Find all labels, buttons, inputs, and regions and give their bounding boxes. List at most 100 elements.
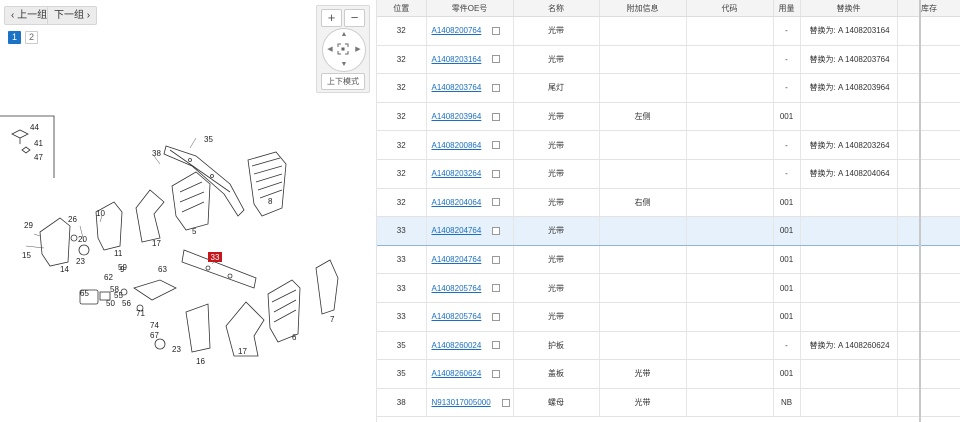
part-number-link[interactable]: A1408204764 (432, 255, 482, 264)
callout-11[interactable]: 11 (114, 249, 123, 258)
callout-5[interactable]: 5 (192, 227, 197, 236)
part-number-link[interactable]: A1408204764 (432, 226, 482, 235)
callout-8[interactable]: 8 (268, 197, 273, 206)
callout-47[interactable]: 47 (34, 153, 43, 162)
part-number-link[interactable]: A1408203764 (432, 83, 482, 92)
table-row[interactable]: 32 A1408200864 光带 - 替换为: A 1408203264 (377, 130, 960, 160)
part-number-link[interactable]: A1408203164 (432, 55, 482, 64)
col-code[interactable]: 代码 (686, 0, 774, 17)
table-row[interactable]: 35 A1408260024 护板 - 替换为: A 1408260624 (377, 331, 960, 361)
table-row[interactable]: 33 A1408205764 光带 001 (377, 273, 960, 303)
table-row[interactable]: 33 A1408204764 光带 001 (377, 245, 960, 275)
part-number-link[interactable]: N913017005000 (432, 398, 491, 407)
callout-41[interactable]: 41 (34, 139, 43, 148)
pan-left-icon[interactable]: ◀ (325, 46, 335, 54)
callout-17[interactable]: 17 (152, 239, 161, 248)
pan-pad[interactable]: ▲ ▼ ◀ ▶ (322, 28, 366, 72)
table-row[interactable]: 33 A1408205764 光带 001 (377, 302, 960, 332)
callout-20[interactable]: 20 (78, 235, 87, 244)
part-number-link[interactable]: A1408203964 (432, 112, 482, 121)
highlight-callout-33[interactable]: 33 (211, 253, 220, 262)
copy-checkbox-icon[interactable] (501, 398, 510, 407)
callout-16[interactable]: 16 (196, 357, 205, 366)
col-quantity[interactable]: 用量 (773, 0, 801, 17)
part-number-link[interactable]: A1408200864 (432, 141, 482, 150)
col-replacement[interactable]: 替换件 (800, 0, 898, 17)
cell-position: 35 (377, 359, 427, 389)
copy-checkbox-icon[interactable] (492, 312, 501, 321)
reset-view-icon[interactable] (337, 43, 349, 55)
page-1-button[interactable]: 1 (8, 31, 21, 44)
callout-7[interactable]: 7 (330, 315, 335, 324)
copy-checkbox-icon[interactable] (492, 83, 501, 92)
col-position[interactable]: 位置 (377, 0, 427, 17)
cell-oe-number: A1408203764 (426, 73, 514, 103)
callout-15[interactable]: 15 (22, 251, 31, 260)
copy-checkbox-icon[interactable] (492, 226, 501, 235)
part-number-link[interactable]: A1408203264 (432, 169, 482, 178)
callout-35[interactable]: 35 (204, 135, 213, 144)
copy-checkbox-icon[interactable] (492, 112, 501, 121)
callout-58[interactable]: 58 (110, 285, 119, 294)
part-number-link[interactable]: A1408200764 (432, 26, 482, 35)
callout-56[interactable]: 56 (122, 299, 131, 308)
callout-65[interactable]: 65 (80, 289, 89, 298)
part-number-link[interactable]: A1408260024 (432, 341, 482, 350)
table-row[interactable]: 32 A1408204064 光带 右侧 001 (377, 188, 960, 218)
col-name[interactable]: 名称 (513, 0, 600, 17)
pan-right-icon[interactable]: ▶ (353, 46, 363, 54)
copy-checkbox-icon[interactable] (492, 169, 501, 178)
callout-10[interactable]: 10 (96, 209, 105, 218)
copy-checkbox-icon[interactable] (492, 341, 501, 350)
callout-23b[interactable]: 23 (172, 345, 181, 354)
callout-71[interactable]: 71 (136, 309, 145, 318)
callout-59[interactable]: 59 (118, 263, 127, 272)
callout-29[interactable]: 29 (24, 221, 33, 230)
callout-17b[interactable]: 17 (238, 347, 247, 356)
callout-67[interactable]: 67 (150, 331, 159, 340)
part-number-link[interactable]: A1408205764 (432, 284, 482, 293)
callout-62[interactable]: 62 (104, 273, 113, 282)
layout-mode-button[interactable]: 上下模式 (321, 73, 365, 90)
col-oe-number[interactable]: 零件OE号 (426, 0, 514, 17)
pan-down-icon[interactable]: ▼ (339, 61, 349, 69)
part-number-link[interactable]: A1408260624 (432, 369, 482, 378)
table-row[interactable]: 35 A1408260624 盖板 光带 001 (377, 359, 960, 389)
table-row[interactable]: 32 A1408203164 光带 - 替换为: A 1408203764 (377, 45, 960, 75)
table-row[interactable]: 32 A1408203764 尾灯 - 替换为: A 1408203964 (377, 73, 960, 103)
copy-checkbox-icon[interactable] (492, 198, 501, 207)
cell-quantity: 001 (773, 216, 801, 246)
cell-stock (897, 188, 960, 218)
col-stock[interactable]: 库存 (897, 0, 960, 17)
table-row[interactable]: 38 N913017005000 螺母 光带 NB (377, 388, 960, 418)
callout-50[interactable]: 50 (106, 299, 115, 308)
callout-23[interactable]: 23 (76, 257, 85, 266)
copy-checkbox-icon[interactable] (492, 284, 501, 293)
callout-74[interactable]: 74 (150, 321, 159, 330)
callout-14[interactable]: 14 (60, 265, 69, 274)
col-extra-info[interactable]: 附加信息 (599, 0, 687, 17)
table-row[interactable]: 32 A1408200764 光带 - 替换为: A 1408203164 (377, 16, 960, 46)
copy-checkbox-icon[interactable] (492, 369, 501, 378)
copy-checkbox-icon[interactable] (492, 55, 501, 64)
table-row[interactable]: 32 A1408203964 光带 左侧 001 (377, 102, 960, 132)
copy-checkbox-icon[interactable] (492, 141, 501, 150)
cell-name: 光带 (513, 16, 600, 46)
callout-38[interactable]: 38 (152, 149, 161, 158)
table-row[interactable]: 32 A1408203264 光带 - 替换为: A 1408204064 (377, 159, 960, 189)
cell-stock (897, 302, 960, 332)
callout-26[interactable]: 26 (68, 215, 77, 224)
callout-63[interactable]: 63 (158, 265, 167, 274)
page-2-button[interactable]: 2 (25, 31, 38, 44)
pan-up-icon[interactable]: ▲ (339, 31, 349, 39)
callout-44[interactable]: 44 (30, 123, 39, 132)
copy-checkbox-icon[interactable] (492, 255, 501, 264)
table-row[interactable]: 33 A1408204764 光带 001 (377, 216, 960, 246)
part-number-link[interactable]: A1408204064 (432, 198, 482, 207)
callout-6[interactable]: 6 (292, 333, 297, 342)
zoom-in-button[interactable]: + (321, 9, 342, 27)
part-number-link[interactable]: A1408205764 (432, 312, 482, 321)
next-group-button[interactable]: 下一组 › (47, 6, 98, 25)
zoom-out-button[interactable]: − (344, 9, 365, 27)
copy-checkbox-icon[interactable] (492, 26, 501, 35)
